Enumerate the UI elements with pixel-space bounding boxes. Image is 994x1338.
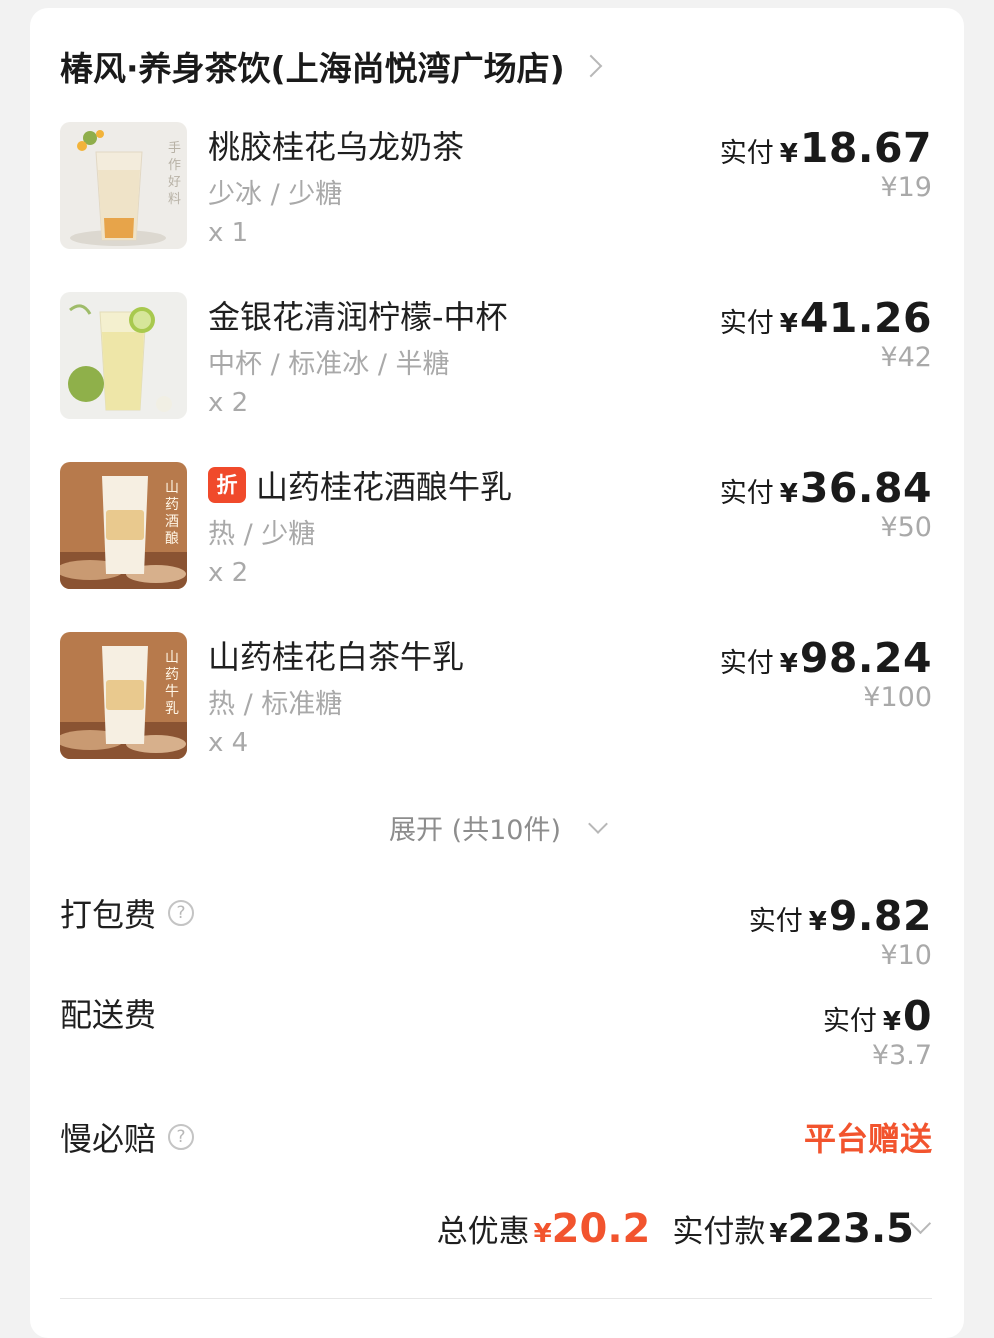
- item-name-text: 山药桂花酒酿牛乳: [256, 468, 513, 506]
- item-name: 桃胶桂花乌龙奶茶: [208, 122, 464, 168]
- total-discount-label: 总优惠: [436, 1214, 530, 1250]
- paid-label: 实付: [719, 478, 774, 509]
- order-item[interactable]: 山药酒酿 折 山药桂花酒酿牛乳 热 / 少糖 x 2 实付 ¥ 36.84 ¥5…: [60, 462, 932, 592]
- platform-gift-value: 平台赠送: [803, 1120, 932, 1158]
- expand-label[interactable]: 展开 (共10件): [389, 808, 561, 847]
- item-spec: 热 / 少糖: [208, 519, 316, 550]
- item-name-text: 桃胶桂花乌龙奶茶: [208, 128, 465, 166]
- paid-label: 实付: [748, 906, 803, 937]
- paid-amount: 36.84: [799, 464, 932, 512]
- paid-amount: 9.82: [828, 892, 932, 940]
- order-item[interactable]: 手作好料 桃胶桂花乌龙奶茶 少冰 / 少糖 x 1 实付 ¥ 18.67 ¥19: [60, 122, 932, 252]
- question-circle-icon[interactable]: ?: [168, 900, 195, 926]
- delivery-fee-paid: 实付 ¥ 0: [823, 992, 932, 1040]
- currency-symbol: ¥: [779, 309, 798, 339]
- product-image: 手作好料: [60, 122, 187, 249]
- original-price: ¥3.7: [871, 1040, 932, 1071]
- original-price: ¥42: [880, 342, 932, 373]
- item-name: 折 山药桂花酒酿牛乳: [208, 462, 512, 508]
- thumb-caption: 山药酒酿: [165, 480, 179, 547]
- paid-amount: 98.24: [799, 634, 932, 682]
- original-price: ¥50: [880, 512, 932, 543]
- discount-currency: ¥: [533, 1219, 552, 1249]
- currency-symbol: ¥: [808, 907, 827, 937]
- total-discount-amount: 20.2: [551, 1206, 651, 1252]
- paid-price: 实付 ¥ 36.84: [720, 464, 932, 512]
- total-paid-amount: 223.5: [787, 1206, 914, 1252]
- item-spec: 热 / 标准糖: [208, 689, 343, 720]
- question-circle-icon[interactable]: ?: [168, 1124, 195, 1150]
- product-image: 山药牛乳: [60, 632, 187, 759]
- delivery-fee-label: 配送费: [60, 996, 157, 1034]
- expand-items-button[interactable]: 展开 (共10件): [30, 808, 964, 847]
- original-price: ¥19: [880, 172, 932, 203]
- item-quantity: x 2: [208, 558, 249, 588]
- item-name-text: 山药桂花白茶牛乳: [208, 638, 465, 676]
- item-name: 金银花清润柠檬-中杯: [208, 292, 508, 338]
- paid-label: 实付: [822, 1006, 877, 1037]
- paid-price: 实付 ¥ 98.24: [720, 634, 932, 682]
- item-quantity: x 4: [208, 728, 249, 758]
- paid-label: 实付: [719, 138, 774, 169]
- paid-amount: 18.67: [799, 124, 932, 172]
- item-name: 山药桂花白茶牛乳: [208, 632, 464, 678]
- chevron-right-icon[interactable]: [579, 54, 603, 78]
- original-price: ¥100: [863, 682, 932, 713]
- slow-compensation-label: 慢必赔: [60, 1120, 157, 1158]
- store-name-row[interactable]: 椿风·养身茶饮(上海尚悦湾广场店): [60, 42, 603, 90]
- total-paid-label: 实付款: [672, 1214, 766, 1250]
- item-quantity: x 1: [208, 218, 249, 248]
- item-name-text: 金银花清润柠檬-中杯: [208, 298, 508, 336]
- product-image: 山药酒酿: [60, 462, 187, 589]
- order-detail-card: 椿风·养身茶饮(上海尚悦湾广场店) 手作好料 桃胶桂花乌龙奶茶 少冰 / 少糖 …: [30, 8, 964, 1338]
- paid-price: 实付 ¥ 41.26: [720, 294, 932, 342]
- item-spec: 少冰 / 少糖: [208, 179, 343, 210]
- thumb-caption: 山药牛乳: [165, 650, 179, 717]
- paid-label: 实付: [719, 308, 774, 339]
- store-name[interactable]: 椿风·养身茶饮(上海尚悦湾广场店): [60, 42, 565, 90]
- order-summary[interactable]: 总优惠 ¥ 20.2 实付款 ¥ 223.5: [437, 1206, 914, 1252]
- paid-price: 实付 ¥ 18.67: [720, 124, 932, 172]
- item-spec: 中杯 / 标准冰 / 半糖: [208, 349, 450, 380]
- paid-label: 实付: [719, 648, 774, 679]
- chevron-down-icon[interactable]: [588, 813, 608, 834]
- divider: [60, 1298, 932, 1299]
- paid-amount: 41.26: [799, 294, 932, 342]
- item-quantity: x 2: [208, 388, 249, 418]
- currency-symbol: ¥: [779, 139, 798, 169]
- discount-badge: 折: [208, 467, 246, 503]
- packing-fee-label: 打包费: [60, 896, 157, 934]
- paid-currency: ¥: [769, 1219, 788, 1249]
- order-item[interactable]: 山药牛乳 山药桂花白茶牛乳 热 / 标准糖 x 4 实付 ¥ 98.24 ¥10…: [60, 632, 932, 762]
- order-item[interactable]: 金银花清润柠檬-中杯 中杯 / 标准冰 / 半糖 x 2 实付 ¥ 41.26 …: [60, 292, 932, 422]
- product-image: [60, 292, 187, 419]
- currency-symbol: ¥: [779, 479, 798, 509]
- paid-amount: 0: [902, 992, 932, 1040]
- currency-symbol: ¥: [779, 649, 798, 679]
- original-price: ¥10: [880, 940, 932, 971]
- packing-fee-paid: 实付 ¥ 9.82: [749, 892, 932, 940]
- currency-symbol: ¥: [882, 1007, 901, 1037]
